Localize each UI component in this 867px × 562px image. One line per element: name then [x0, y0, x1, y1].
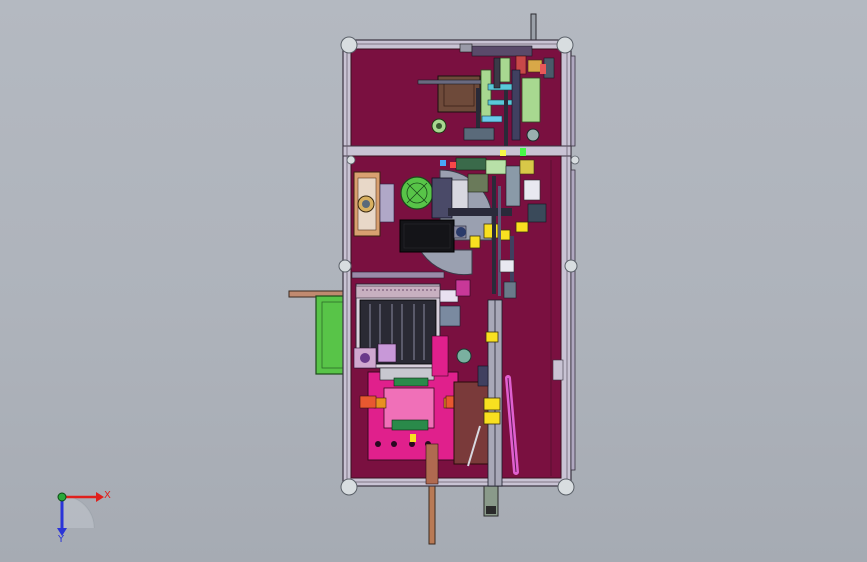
foot-bottom-right: [557, 478, 575, 496]
foot-top-left: [340, 36, 358, 54]
machine-assembly[interactable]: [288, 13, 580, 545]
x-axis-label: X: [104, 490, 111, 501]
axis-origin: [57, 492, 67, 502]
cad-viewport[interactable]: X Y: [0, 0, 867, 562]
foot-top-right: [556, 36, 574, 54]
frame-crossbar: [342, 145, 572, 157]
bottom-rod-left: [428, 483, 436, 545]
foot-mid-left: [338, 259, 352, 273]
x-axis-arrow: [96, 492, 104, 502]
axis-triad: X Y: [57, 490, 111, 545]
top-bracket: [530, 13, 537, 43]
foot-mid-right: [564, 259, 578, 273]
foot-bottom-left: [340, 478, 358, 496]
rod-end-cap: [486, 506, 496, 514]
y-axis-label: Y: [57, 534, 65, 545]
control-module-black: [399, 219, 455, 253]
